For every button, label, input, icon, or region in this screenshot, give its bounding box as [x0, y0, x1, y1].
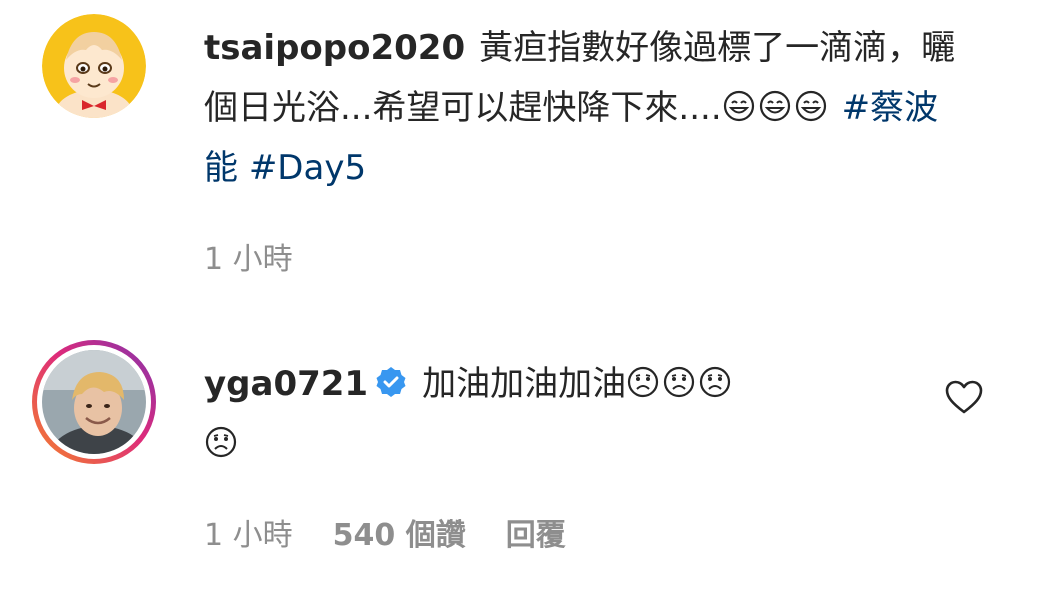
comment-meta-row: 1 小時 540 個讚 回覆	[204, 510, 606, 554]
cartoon-avatar-icon	[42, 14, 146, 118]
hashtag-link[interactable]: #Day5	[249, 148, 366, 188]
avatar-tsaipopo2020[interactable]	[42, 14, 146, 118]
worried-face-icon	[204, 418, 238, 458]
comment-item: yga0721 加油加油加油 1 小時 540 個讚 回覆	[32, 340, 1032, 580]
worried-face-icon	[698, 358, 732, 398]
worried-face-icon	[626, 358, 660, 398]
grinning-face-icon	[794, 82, 828, 122]
caption-username[interactable]: tsaipopo2020	[204, 28, 465, 68]
comment-timestamp[interactable]: 1 小時	[204, 510, 293, 554]
verified-badge-icon	[374, 358, 408, 397]
like-heart-icon[interactable]	[944, 378, 984, 418]
comment-text-block: yga0721 加油加油加油	[204, 354, 924, 474]
caption-text-block: tsaipopo2020 黃疸指數好像過標了一滴滴，曬個日光浴...希望可以趕快降…	[204, 18, 984, 198]
caption-meta-row: 1 小時	[204, 234, 333, 278]
caption-body: tsaipopo2020 黃疸指數好像過標了一滴滴，曬個日光浴...希望可以趕快降…	[204, 18, 984, 198]
worried-face-icon	[662, 358, 696, 398]
story-ring[interactable]	[32, 340, 156, 464]
avatar-yga0721[interactable]	[42, 350, 146, 454]
reply-button[interactable]: 回覆	[506, 510, 566, 554]
grinning-face-icon	[722, 82, 756, 122]
photo-avatar-icon	[42, 350, 146, 454]
grinning-face-icon	[758, 82, 792, 122]
comment-body: yga0721 加油加油加油	[204, 354, 924, 474]
comment-likes-count[interactable]: 540 個讚	[333, 510, 466, 554]
comment-text: 加油加油加油	[422, 364, 627, 404]
caption-timestamp[interactable]: 1 小時	[204, 234, 293, 278]
comment-username[interactable]: yga0721	[204, 364, 368, 404]
